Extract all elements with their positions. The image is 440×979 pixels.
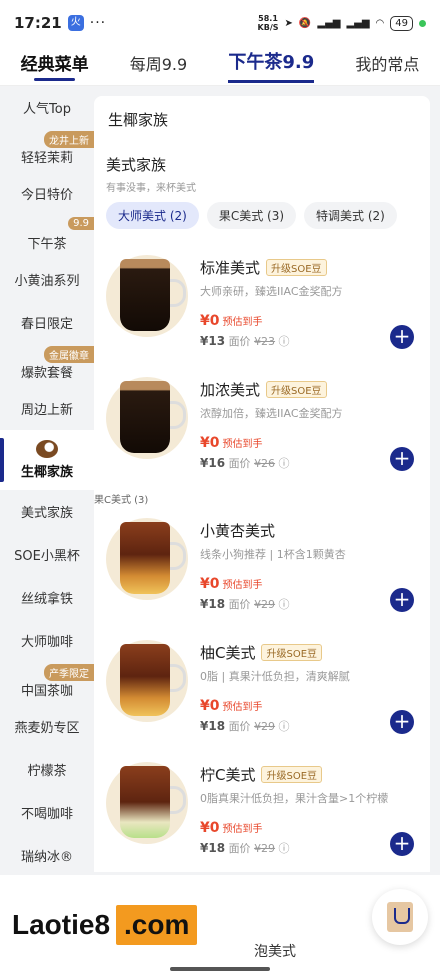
sidebar-item[interactable]: 丝绒拿铁 bbox=[0, 576, 94, 619]
price-estimate: ¥0 预估到手 bbox=[200, 313, 263, 329]
price-estimate: ¥0 预估到手 bbox=[200, 820, 263, 836]
add-to-cart-button[interactable]: + bbox=[390, 325, 414, 349]
status-time: 17:21 bbox=[14, 14, 62, 32]
product-name: 柠C美式 bbox=[200, 766, 256, 784]
signal-icon-2: ▂▄▆ bbox=[346, 17, 370, 29]
home-indicator bbox=[170, 967, 270, 971]
sub-section-label: 果C美式 (3) bbox=[94, 495, 149, 506]
tab-my-usual[interactable]: 我的常点 bbox=[355, 51, 419, 81]
chip-master-americano[interactable]: 大师美式 (2) bbox=[106, 202, 199, 229]
chip-fruit-c-americano[interactable]: 果C美式 (3) bbox=[206, 202, 297, 229]
soe-tag: 升级SOE豆 bbox=[261, 644, 323, 661]
price-estimate: ¥0 预估到手 bbox=[200, 435, 263, 451]
net-speed: 58.1 KB/S bbox=[257, 14, 279, 32]
sidebar-item-active[interactable]: 生椰家族 bbox=[0, 430, 94, 490]
sidebar-item[interactable]: 9.9 下午茶 bbox=[0, 215, 94, 258]
shopping-bag-icon bbox=[387, 902, 413, 932]
add-to-cart-button[interactable]: + bbox=[390, 588, 414, 612]
product-list: 生椰家族 美式家族 有事没事，来杯美式 大师美式 (2) 果C美式 (3) 特调… bbox=[94, 86, 440, 979]
product-card[interactable]: 加浓美式 升级SOE豆 浓醇加倍，臻选IIAC金奖配方 ¥0 预估到手 ¥16 面价… bbox=[106, 365, 418, 487]
section-title: 美式家族 bbox=[106, 156, 167, 174]
location-icon: ➤ bbox=[284, 17, 293, 29]
sidebar-tag: 9.9 bbox=[68, 217, 94, 230]
price-original: ¥18 面价 ¥29 ⓘ bbox=[200, 719, 290, 733]
product-card[interactable]: 柠C美式 升级SOE豆 0脂真果汁低负担，果汁含量>1个柠檬 ¥0 预估到手 ¥18… bbox=[106, 750, 418, 872]
sidebar-item[interactable]: 美式家族 bbox=[0, 490, 94, 533]
status-icons: 58.1 KB/S ➤ 🔕 ▂▄▆ ▂▄▆ ◠ 49 bbox=[258, 14, 426, 32]
sidebar-item[interactable]: 不喝咖啡 bbox=[0, 791, 94, 834]
sidebar-item[interactable]: 小黄油系列 bbox=[0, 258, 94, 301]
sidebar-item[interactable]: 柠檬茶 bbox=[0, 748, 94, 791]
price-original: ¥18 面价 ¥29 ⓘ bbox=[200, 597, 290, 611]
product-name: 加浓美式 bbox=[200, 381, 261, 399]
product-name: 小黄杏美式 bbox=[200, 522, 276, 540]
product-desc: 大师亲研，臻选IIAC金奖配方 bbox=[200, 285, 343, 298]
product-name: 柚C美式 bbox=[200, 644, 256, 662]
sidebar-item[interactable]: 春日限定 bbox=[0, 301, 94, 344]
product-desc: 线条小狗推荐 | 1杯含1颗黄杏 bbox=[200, 548, 346, 561]
coconut-icon bbox=[36, 440, 58, 458]
product-card[interactable]: 柚C美式 升级SOE豆 0脂 | 真果汁低负担，清爽解腻 ¥0 预估到手 ¥18 面… bbox=[106, 628, 418, 750]
product-image bbox=[106, 255, 188, 337]
price-estimate: ¥0 预估到手 bbox=[200, 576, 263, 592]
price-original: ¥16 面价 ¥26 ⓘ bbox=[200, 456, 290, 470]
soe-tag: 升级SOE豆 bbox=[261, 766, 323, 783]
menu-tabs: 经典菜单 每周9.9 下午茶9.9 我的常点 bbox=[0, 46, 440, 86]
tab-classic-menu[interactable]: 经典菜单 bbox=[21, 50, 89, 81]
status-bar: 17:21 火 ··· 58.1 KB/S ➤ 🔕 ▂▄▆ ▂▄▆ ◠ 49 bbox=[0, 0, 440, 46]
price-original: ¥18 面价 ¥29 ⓘ bbox=[200, 841, 290, 855]
product-image bbox=[106, 640, 188, 722]
cart-bag-button[interactable] bbox=[372, 889, 428, 945]
add-to-cart-button[interactable]: + bbox=[390, 710, 414, 734]
sidebar-item[interactable]: 瑞纳冰® bbox=[0, 834, 94, 877]
category-header: 生椰家族 bbox=[94, 96, 430, 142]
sidebar-item[interactable]: 产季限定 中国茶咖 bbox=[0, 662, 94, 705]
wifi-icon: ◠ bbox=[375, 17, 385, 29]
product-desc: 0脂 | 真果汁低负担，清爽解腻 bbox=[200, 670, 350, 683]
sidebar-tag: 金属徽章 bbox=[44, 346, 94, 363]
product-image bbox=[106, 377, 188, 459]
product-card[interactable]: 标准美式 升级SOE豆 大师亲研，臻选IIAC金奖配方 ¥0 预估到手 ¥13 面价… bbox=[106, 243, 418, 365]
filter-chips: 大师美式 (2) 果C美式 (3) 特调美式 (2) bbox=[106, 202, 418, 229]
add-to-cart-button[interactable]: + bbox=[390, 832, 414, 856]
product-image bbox=[106, 762, 188, 844]
sidebar-item[interactable]: 周边上新 bbox=[0, 387, 94, 430]
sidebar-item[interactable]: 燕麦奶专区 bbox=[0, 705, 94, 748]
signal-icon: ▂▄▆ bbox=[317, 17, 341, 29]
section-subtitle: 有事没事，来杯美式 bbox=[106, 183, 196, 194]
price-original: ¥13 面价 ¥23 ⓘ bbox=[200, 334, 290, 348]
battery-icon: 49 bbox=[390, 15, 413, 31]
sidebar-item[interactable]: 大师咖啡 bbox=[0, 619, 94, 662]
sidebar-item[interactable]: 今日特价 bbox=[0, 172, 94, 215]
product-desc: 0脂真果汁低负担，果汁含量>1个柠檬 bbox=[200, 792, 389, 805]
tab-afternoon-tea[interactable]: 下午茶9.9 bbox=[228, 48, 315, 83]
sidebar-item[interactable]: 人气Top bbox=[0, 86, 94, 129]
product-name: 标准美式 bbox=[200, 259, 261, 277]
product-image bbox=[106, 518, 188, 600]
sidebar-item[interactable]: 龙井上新 轻轻茉莉 bbox=[0, 129, 94, 172]
price-estimate: ¥0 预估到手 bbox=[200, 698, 263, 714]
tab-weekly-9-9[interactable]: 每周9.9 bbox=[130, 51, 187, 81]
sidebar-item[interactable]: SOE小黑杯 bbox=[0, 533, 94, 576]
sidebar-tag: 龙井上新 bbox=[44, 131, 94, 148]
chip-special-americano[interactable]: 特调美式 (2) bbox=[304, 202, 397, 229]
category-sidebar: 人气Top 龙井上新 轻轻茉莉 今日特价 9.9 下午茶 小黄油系列 春日限定 金属… bbox=[0, 86, 94, 979]
mute-icon: 🔕 bbox=[298, 17, 312, 29]
sidebar-tag: 产季限定 bbox=[44, 664, 94, 681]
bottom-bar: Laotie8 .com 泡美式 bbox=[0, 875, 440, 979]
sidebar-item[interactable]: 金属徽章 爆款套餐 bbox=[0, 344, 94, 387]
add-to-cart-button[interactable]: + bbox=[390, 447, 414, 471]
soe-tag: 升级SOE豆 bbox=[266, 259, 327, 276]
indicator-dot bbox=[419, 19, 426, 27]
bottom-tab-label[interactable]: 泡美式 bbox=[254, 941, 296, 961]
product-card[interactable]: 小黄杏美式 线条小狗推荐 | 1杯含1颗黄杏 ¥0 预估到手 ¥18 面价 ¥29… bbox=[106, 506, 418, 628]
product-desc: 浓醇加倍，臻选IIAC金奖配方 bbox=[200, 407, 343, 420]
more-dots-icon: ··· bbox=[89, 15, 107, 31]
section-americano: 美式家族 有事没事，来杯美式 大师美式 (2) 果C美式 (3) 特调美式 (2… bbox=[94, 142, 430, 487]
watermark-logo: Laotie8 .com bbox=[6, 905, 198, 945]
app-badge-icon: 火 bbox=[67, 15, 84, 31]
section-fruit-c: 果C美式 (3) 小黄杏美式 线条小狗推荐 | 1杯含1颗黄杏 ¥0 预估到手 ¥… bbox=[94, 487, 430, 872]
soe-tag: 升级SOE豆 bbox=[266, 381, 327, 398]
